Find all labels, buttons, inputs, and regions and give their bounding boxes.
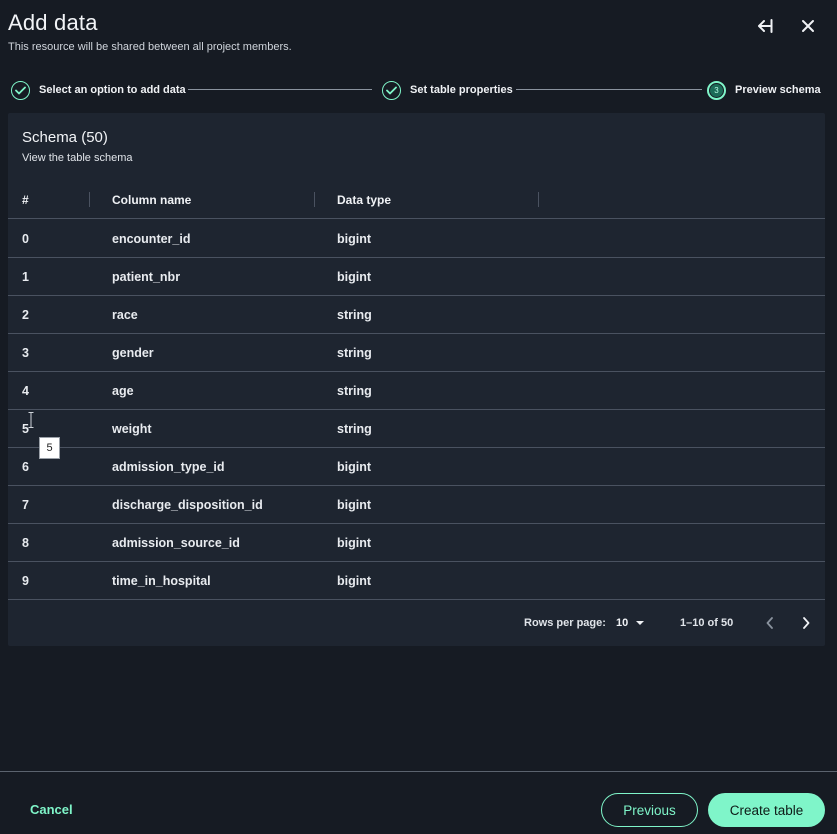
footer-divider bbox=[0, 771, 837, 772]
column-resizer[interactable] bbox=[314, 192, 315, 207]
step-select-option[interactable]: Select an option to add data bbox=[11, 80, 186, 100]
rows-per-page-value: 10 bbox=[616, 617, 629, 629]
row-number: 6 bbox=[22, 460, 29, 474]
previous-page-button[interactable] bbox=[760, 613, 780, 633]
rows-per-page-select[interactable]: 10 bbox=[616, 613, 645, 633]
column-name-cell: discharge_disposition_id bbox=[112, 498, 263, 512]
row-number: 8 bbox=[22, 536, 29, 550]
column-name-cell: encounter_id bbox=[112, 232, 191, 246]
create-table-button[interactable]: Create table bbox=[708, 793, 825, 827]
page-subtitle: This resource will be shared between all… bbox=[8, 41, 292, 53]
table-row: 3 gender string bbox=[8, 334, 825, 372]
column-resizer[interactable] bbox=[89, 192, 90, 207]
previous-button[interactable]: Previous bbox=[601, 793, 698, 827]
table-header: # Column name Data type bbox=[8, 189, 825, 219]
step-preview-schema[interactable]: 3 Preview schema bbox=[707, 80, 821, 100]
column-name-cell: race bbox=[112, 308, 138, 322]
wizard-stepper: Select an option to add data Set table p… bbox=[11, 80, 821, 100]
data-type-cell: bigint bbox=[337, 460, 372, 474]
rows-per-page-label: Rows per page: bbox=[524, 617, 606, 629]
column-name-cell: admission_source_id bbox=[112, 536, 240, 550]
table-row: 1 patient_nbr bigint bbox=[8, 258, 825, 296]
column-name-cell: gender bbox=[112, 346, 154, 360]
table-row: 2 race string bbox=[8, 296, 825, 334]
text-cursor-icon bbox=[28, 412, 34, 428]
column-name-cell: time_in_hospital bbox=[112, 574, 211, 588]
step-connector bbox=[188, 89, 372, 90]
step-complete-icon bbox=[11, 80, 30, 100]
table-row: 8 admission_source_id bigint bbox=[8, 524, 825, 562]
schema-panel: Schema (50) View the table schema # Colu… bbox=[8, 113, 825, 646]
step-label: Preview schema bbox=[735, 84, 821, 96]
step-connector bbox=[516, 89, 702, 90]
cell-tooltip: 5 bbox=[39, 437, 60, 459]
data-type-cell: bigint bbox=[337, 536, 372, 550]
column-name-cell: age bbox=[112, 384, 134, 398]
collapse-left-icon bbox=[758, 19, 773, 33]
modal-header: Add data This resource will be shared be… bbox=[8, 10, 837, 60]
chevron-right-icon bbox=[803, 617, 810, 629]
data-type-cell: bigint bbox=[337, 232, 372, 246]
table-row: 4 age string bbox=[8, 372, 825, 410]
column-name-cell: admission_type_id bbox=[112, 460, 225, 474]
schema-description: View the table schema bbox=[22, 152, 133, 164]
row-number: 2 bbox=[22, 308, 29, 322]
column-header-type[interactable]: Data type bbox=[337, 193, 391, 207]
row-number: 3 bbox=[22, 346, 29, 360]
row-number: 1 bbox=[22, 270, 29, 284]
step-number: 3 bbox=[710, 83, 723, 97]
close-button[interactable] bbox=[796, 14, 820, 38]
data-type-cell: bigint bbox=[337, 270, 372, 284]
data-type-cell: string bbox=[337, 308, 372, 322]
next-page-button[interactable] bbox=[796, 613, 816, 633]
collapse-panel-button[interactable] bbox=[752, 14, 776, 38]
table-row: 7 discharge_disposition_id bigint bbox=[8, 486, 825, 524]
page-title: Add data bbox=[8, 10, 98, 35]
column-header-name[interactable]: Column name bbox=[112, 193, 191, 207]
close-icon bbox=[802, 20, 814, 32]
table-row: 5 weight string bbox=[8, 410, 825, 448]
data-type-cell: string bbox=[337, 384, 372, 398]
column-name-cell: weight bbox=[112, 422, 152, 436]
row-number: 4 bbox=[22, 384, 29, 398]
table-row: 6 admission_type_id bigint bbox=[8, 448, 825, 486]
step-complete-icon bbox=[382, 80, 401, 100]
step-current-icon: 3 bbox=[707, 80, 726, 100]
row-number: 0 bbox=[22, 232, 29, 246]
data-type-cell: string bbox=[337, 422, 372, 436]
cancel-button[interactable]: Cancel bbox=[30, 802, 73, 817]
caret-down-icon bbox=[636, 621, 645, 625]
step-table-properties[interactable]: Set table properties bbox=[382, 80, 513, 100]
row-number: 9 bbox=[22, 574, 29, 588]
schema-title: Schema (50) bbox=[22, 129, 108, 146]
step-label: Select an option to add data bbox=[39, 84, 186, 96]
table-row: 9 time_in_hospital bigint bbox=[8, 562, 825, 600]
chevron-left-icon bbox=[766, 617, 773, 629]
row-number: 7 bbox=[22, 498, 29, 512]
pagination-range: 1–10 of 50 bbox=[680, 617, 734, 629]
step-label: Set table properties bbox=[410, 84, 513, 96]
data-type-cell: string bbox=[337, 346, 372, 360]
data-type-cell: bigint bbox=[337, 574, 372, 588]
column-resizer[interactable] bbox=[538, 192, 539, 207]
table-row: 0 encounter_id bigint bbox=[8, 220, 825, 258]
column-header-number[interactable]: # bbox=[22, 193, 29, 207]
data-type-cell: bigint bbox=[337, 498, 372, 512]
column-name-cell: patient_nbr bbox=[112, 270, 181, 284]
